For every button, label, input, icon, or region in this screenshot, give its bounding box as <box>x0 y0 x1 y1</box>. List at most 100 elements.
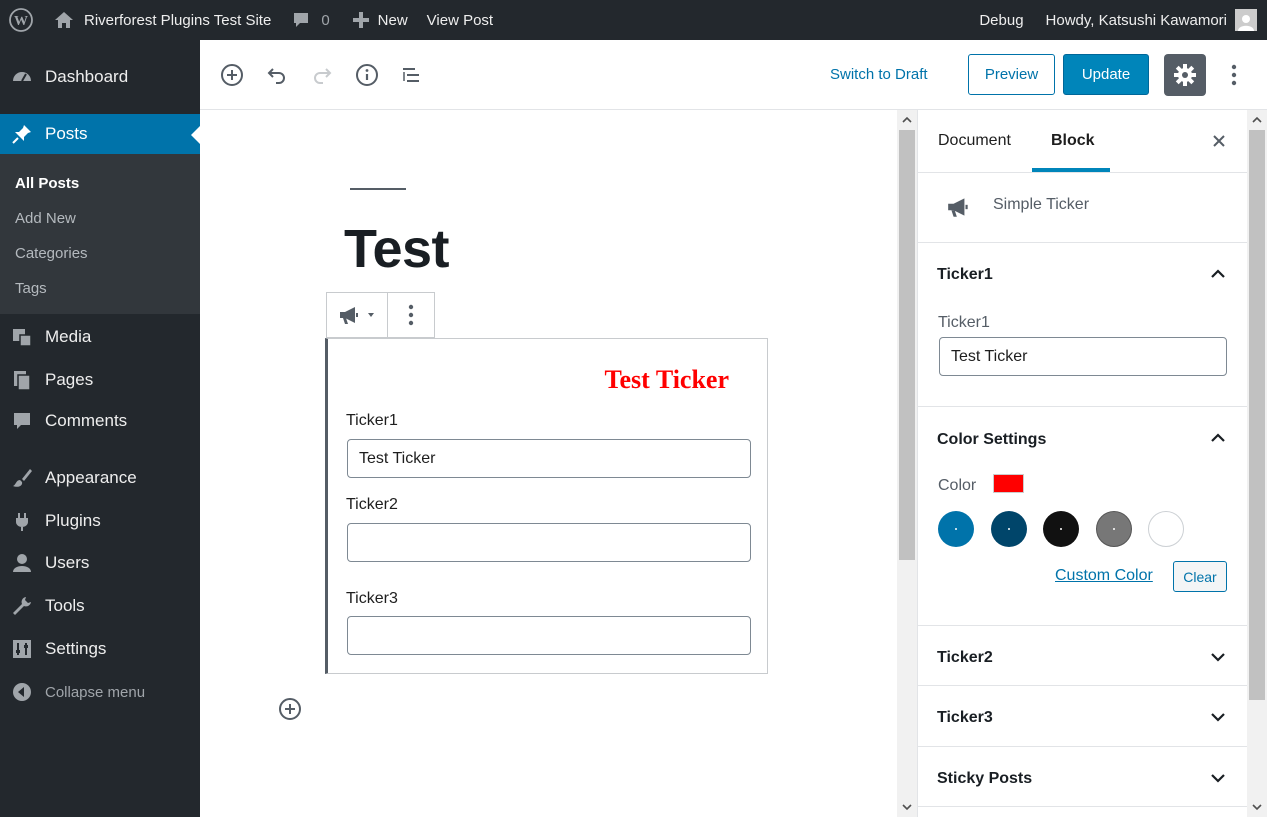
content-scrollbar-thumb[interactable] <box>899 130 915 560</box>
block-toolbar <box>326 292 435 338</box>
scroll-up-arrow-icon[interactable] <box>897 112 917 128</box>
debug-label: Debug <box>979 11 1024 29</box>
vertical-ellipsis-icon <box>1231 64 1237 86</box>
users-icon <box>10 551 34 575</box>
info-icon <box>356 64 378 86</box>
content-info-button[interactable] <box>352 60 382 90</box>
debug-link[interactable]: Debug <box>979 0 1023 40</box>
panel-section-sticky-posts[interactable]: Sticky Posts <box>918 747 1248 807</box>
submenu-add-new[interactable]: Add New <box>15 210 76 227</box>
chevron-down-icon[interactable] <box>1208 768 1228 788</box>
ticker3-input[interactable] <box>347 616 751 655</box>
switch-to-draft-button[interactable]: Switch to Draft <box>830 66 928 83</box>
sidebar-item-label: Settings <box>45 639 107 658</box>
settings-sliders-icon <box>10 637 34 661</box>
submenu-tags[interactable]: Tags <box>15 280 47 297</box>
color-swatch-dark-blue[interactable] <box>991 511 1027 547</box>
block-card-title: Simple Ticker <box>993 196 1090 213</box>
collapse-menu-button[interactable]: Collapse menu <box>0 672 200 712</box>
sidebar-scrollbar-thumb[interactable] <box>1249 130 1265 700</box>
ticker1-input[interactable] <box>347 439 751 478</box>
plugin-icon <box>10 509 34 533</box>
comments-icon <box>10 409 34 433</box>
chevron-down-icon[interactable] <box>1208 707 1228 727</box>
home-icon <box>54 10 74 30</box>
simple-ticker-block[interactable]: Test Ticker Ticker1 Ticker2 Ticker3 <box>325 338 768 674</box>
sidebar-item-label: Posts <box>45 124 88 143</box>
tab-document[interactable]: Document <box>938 132 1011 150</box>
ticker1-side-input[interactable] <box>939 337 1227 376</box>
preview-button[interactable]: Preview <box>968 54 1055 95</box>
ticker2-input[interactable] <box>347 523 751 562</box>
sidebar-item-label: Appearance <box>45 468 137 487</box>
color-swatch-white[interactable] <box>1148 511 1184 547</box>
more-menu-button[interactable] <box>1224 60 1244 90</box>
section-title-ticker3[interactable]: Ticker3 <box>937 709 993 727</box>
ticker1-side-label: Ticker1 <box>938 314 990 331</box>
content-scrollbar[interactable] <box>897 110 917 817</box>
sidebar-item-posts[interactable]: Posts <box>0 114 200 154</box>
post-title[interactable]: Test <box>344 218 450 280</box>
panel-section-ticker2[interactable]: Ticker2 <box>918 626 1248 686</box>
add-block-inserter[interactable] <box>277 696 303 722</box>
brush-icon <box>10 466 34 490</box>
sidebar-item-dashboard[interactable]: Dashboard <box>0 57 200 97</box>
submenu-all-posts[interactable]: All Posts <box>15 175 79 192</box>
view-post-link[interactable]: View Post <box>427 0 493 40</box>
update-button[interactable]: Update <box>1063 54 1149 95</box>
add-block-button[interactable] <box>217 60 247 90</box>
settings-toggle-button[interactable] <box>1164 54 1206 96</box>
color-label: Color <box>938 477 977 494</box>
color-swatch-gray[interactable] <box>1096 511 1132 547</box>
block-navigation-button[interactable] <box>397 60 427 90</box>
chevron-down-icon[interactable] <box>1208 647 1228 667</box>
megaphone-icon <box>340 307 359 324</box>
sidebar-scrollbar[interactable] <box>1247 110 1267 817</box>
comments-link[interactable]: 0 <box>291 0 330 40</box>
scroll-down-arrow-icon[interactable] <box>1247 799 1267 815</box>
submenu-categories[interactable]: Categories <box>15 245 88 262</box>
comments-count: 0 <box>321 11 330 29</box>
chevron-up-icon[interactable] <box>1208 428 1228 448</box>
sidebar-item-settings[interactable]: Settings <box>0 629 200 669</box>
close-icon <box>1213 135 1225 147</box>
clear-color-button[interactable]: Clear <box>1173 561 1227 592</box>
sidebar-item-plugins[interactable]: Plugins <box>0 501 200 541</box>
scroll-up-arrow-icon[interactable] <box>1247 112 1267 128</box>
section-title-ticker2[interactable]: Ticker2 <box>937 649 993 667</box>
section-title-color-settings[interactable]: Color Settings <box>937 431 1046 449</box>
sidebar-item-pages[interactable]: Pages <box>0 360 200 400</box>
color-swatch-black[interactable] <box>1043 511 1079 547</box>
new-content-link[interactable]: New <box>352 0 408 40</box>
close-sidebar-button[interactable] <box>1208 130 1230 152</box>
preview-label: Preview <box>984 66 1039 83</box>
sidebar-item-comments[interactable]: Comments <box>0 401 200 441</box>
sidebar-item-media[interactable]: Media <box>0 317 200 357</box>
wordpress-logo-icon[interactable]: W <box>0 0 42 40</box>
tab-block[interactable]: Block <box>1051 132 1095 150</box>
redo-button[interactable] <box>307 60 337 90</box>
chevron-up-icon[interactable] <box>1208 264 1228 284</box>
my-account-link[interactable]: Howdy, Katsushi Kawamori <box>1046 0 1257 40</box>
plus-circle-icon <box>221 64 243 86</box>
color-swatch-blue[interactable] <box>938 511 974 547</box>
ticker1-label: Ticker1 <box>346 412 398 429</box>
comment-bubble-icon <box>291 10 311 30</box>
media-icon <box>10 325 34 349</box>
block-switcher-button[interactable] <box>327 293 389 337</box>
sidebar-item-users[interactable]: Users <box>0 543 200 583</box>
editor-header: Switch to Draft Preview Update <box>200 40 1267 110</box>
plus-circle-icon <box>279 698 301 720</box>
site-name-link[interactable]: Riverforest Plugins Test Site <box>54 0 271 40</box>
redo-icon <box>314 68 332 84</box>
ticker-preview: Test Ticker <box>604 365 729 394</box>
section-title-sticky-posts[interactable]: Sticky Posts <box>937 770 1032 788</box>
block-more-options-button[interactable] <box>388 293 434 337</box>
scroll-down-arrow-icon[interactable] <box>897 799 917 815</box>
section-title-ticker1[interactable]: Ticker1 <box>937 266 993 284</box>
panel-section-ticker3[interactable]: Ticker3 <box>918 686 1248 747</box>
custom-color-button[interactable]: Custom Color <box>1055 567 1153 585</box>
sidebar-item-tools[interactable]: Tools <box>0 586 200 626</box>
sidebar-item-appearance[interactable]: Appearance <box>0 458 200 498</box>
undo-button[interactable] <box>262 60 292 90</box>
